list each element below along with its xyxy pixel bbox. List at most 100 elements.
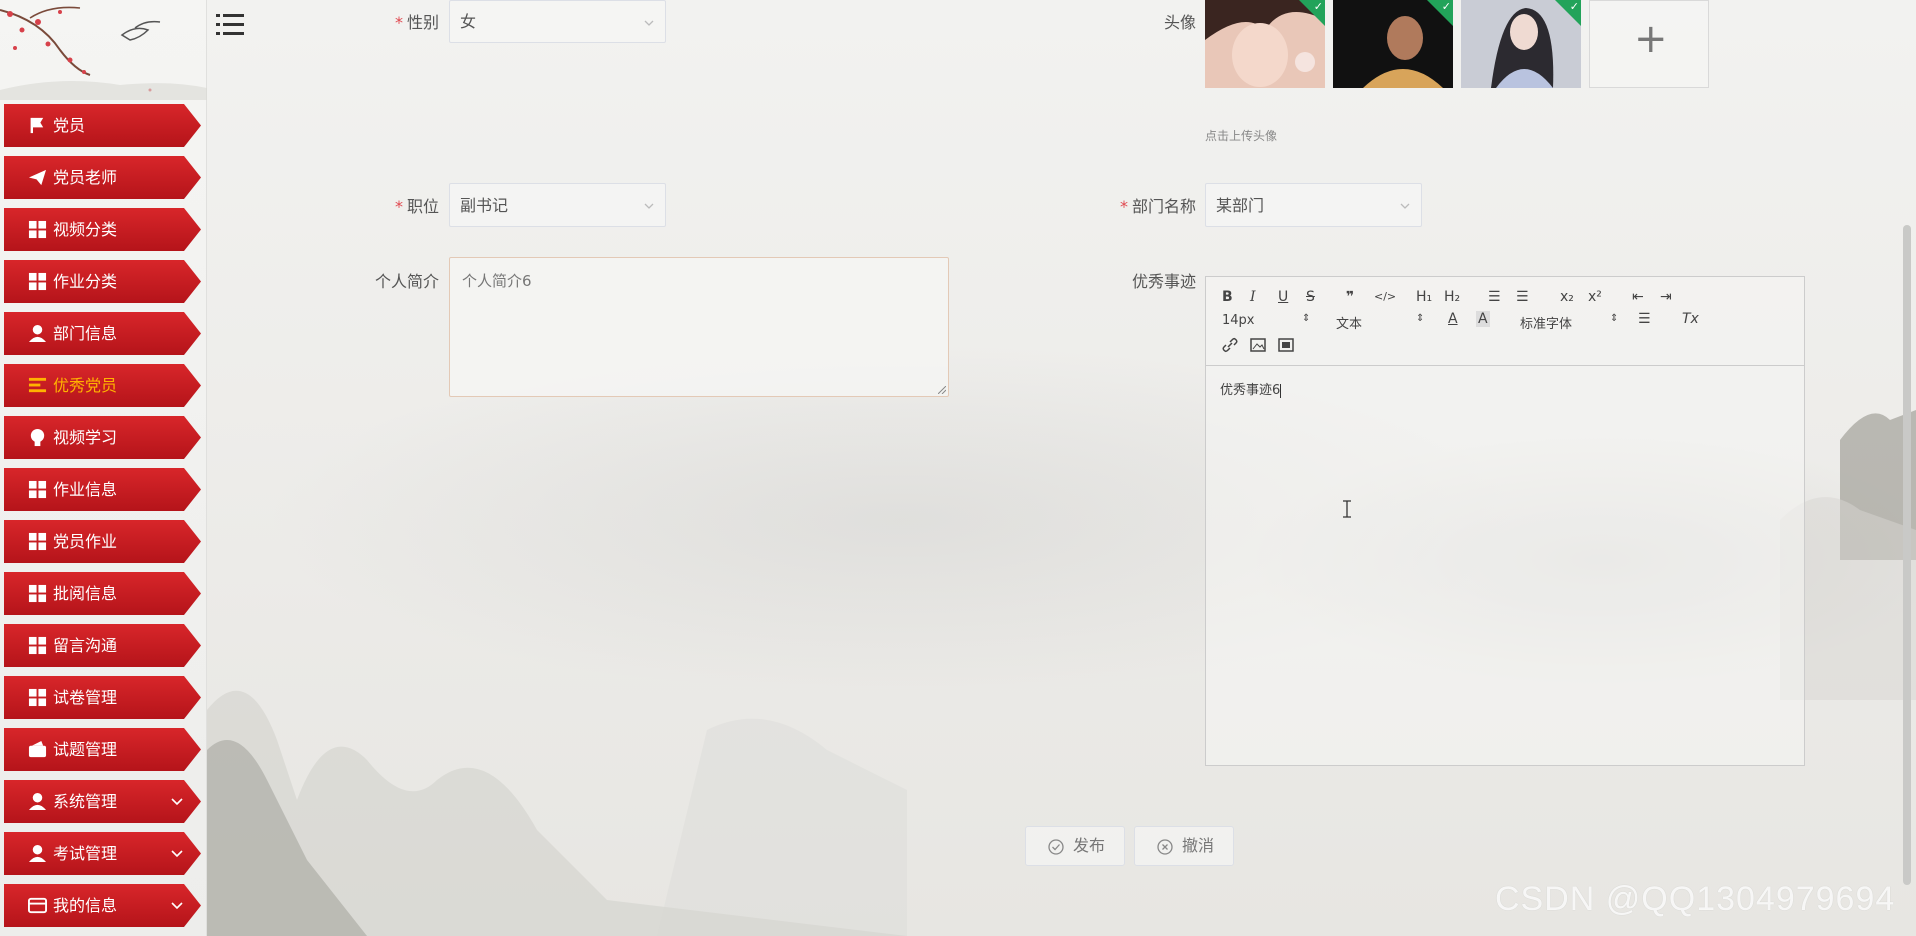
bullet-list-button[interactable]: ☰ — [1516, 289, 1529, 305]
submit-button[interactable]: 发布 — [1025, 826, 1125, 866]
code-button[interactable]: </> — [1374, 289, 1396, 305]
avatar-upload-button[interactable]: + — [1589, 0, 1709, 88]
watermark: CSDN @QQ1304979694 — [1495, 880, 1896, 918]
sidebar-item-video-category[interactable]: 视频分类 — [4, 208, 201, 251]
grid-icon — [28, 636, 47, 655]
flag-icon — [30, 117, 44, 134]
ibeam-cursor-icon — [1343, 500, 1351, 518]
chevron-down-icon — [171, 902, 183, 910]
sidebar-item-paper-management[interactable]: 试卷管理 — [4, 676, 201, 719]
wallet-icon — [28, 740, 47, 758]
grid-icon — [28, 272, 47, 291]
image-icon[interactable] — [1250, 337, 1266, 353]
chevron-down-icon — [171, 798, 183, 806]
editor-toolbar: B I U S ❞ </> H₁ H₂ ☰ ☰ x₂ x² ⇤ ⇥ 14px ⇕ … — [1206, 277, 1804, 366]
bold-button[interactable]: B — [1222, 289, 1233, 305]
department-value: 某部门 — [1216, 196, 1265, 215]
scrollbar[interactable] — [1903, 225, 1911, 885]
h2-button[interactable]: H₂ — [1444, 289, 1460, 305]
sidebar-item-my-info[interactable]: 我的信息 — [4, 884, 201, 927]
card-icon — [28, 897, 47, 914]
position-value: 副书记 — [460, 196, 509, 215]
sidebar-item-label: 党员老师 — [53, 168, 118, 187]
sidebar-item-question-management[interactable]: 试题管理 — [4, 728, 201, 771]
check-circle-icon — [1048, 839, 1064, 855]
blockquote-button[interactable]: ❞ — [1346, 289, 1354, 305]
sidebar-item-label: 考试管理 — [53, 844, 118, 863]
cancel-button[interactable]: 撤消 — [1134, 826, 1234, 866]
strike-button[interactable]: S — [1306, 289, 1315, 305]
italic-button[interactable]: I — [1250, 289, 1256, 305]
sidebar-item-homework-category[interactable]: 作业分类 — [4, 260, 201, 303]
menu-toggle-icon[interactable] — [216, 12, 244, 38]
subscript-button[interactable]: x₂ — [1560, 289, 1574, 305]
sidebar-item-label: 党员 — [53, 116, 86, 135]
sidebar-item-homework-info[interactable]: 作业信息 — [4, 468, 201, 511]
sidebar-item-messages[interactable]: 留言沟通 — [4, 624, 201, 667]
font-size-select[interactable]: 14px ⇕ — [1222, 313, 1312, 328]
video-icon[interactable] — [1278, 337, 1294, 353]
sidebar-item-member-homework[interactable]: 党员作业 — [4, 520, 201, 563]
background-color-button[interactable]: A — [1476, 311, 1490, 327]
sidebar-item-label: 系统管理 — [53, 792, 118, 811]
grid-icon — [28, 532, 47, 551]
sidebar-item-label: 试题管理 — [53, 740, 118, 759]
chevron-down-icon — [171, 850, 183, 858]
sidebar-item-label: 留言沟通 — [53, 636, 118, 655]
deeds-label: 优秀事迹 — [1131, 272, 1196, 291]
bulb-icon — [30, 428, 45, 447]
h1-button[interactable]: H₁ — [1416, 289, 1432, 305]
sidebar-item-department[interactable]: 部门信息 — [4, 312, 201, 355]
text-color-button[interactable]: A — [1448, 311, 1458, 327]
sidebar-item-video-study[interactable]: 视频学习 — [4, 416, 201, 459]
gender-select[interactable]: 女 — [449, 0, 666, 43]
chevron-down-icon — [1400, 203, 1410, 209]
plus-icon: + — [1634, 16, 1668, 62]
clean-format-button[interactable]: Tx — [1682, 311, 1699, 327]
intro-textarea[interactable]: 个人简介6 — [449, 257, 949, 397]
avatar-thumbnail-1[interactable]: ✓ — [1205, 0, 1325, 88]
check-icon: ✓ — [1313, 0, 1323, 13]
avatar-label: 头像 — [1163, 13, 1196, 32]
grid-icon — [28, 584, 47, 603]
font-family-select[interactable]: 标准字体 ⇕ — [1520, 313, 1620, 332]
sidebar: 党员 党员老师 视频分类 作业分类 部门信息 优秀党员 视频学习 作业信息 党员… — [0, 0, 207, 936]
position-select[interactable]: 副书记 — [449, 183, 666, 227]
align-button[interactable]: ☰ — [1638, 311, 1651, 327]
user-icon — [28, 324, 47, 343]
sidebar-item-label: 作业信息 — [53, 480, 118, 499]
close-circle-icon — [1157, 839, 1173, 855]
sidebar-item-party-teacher[interactable]: 党员老师 — [4, 156, 201, 199]
sidebar-item-label: 视频学习 — [53, 428, 118, 447]
header-select[interactable]: 文本 ⇕ — [1336, 313, 1426, 332]
editor-content[interactable]: 优秀事迹6 — [1220, 379, 1282, 398]
sidebar-item-review-info[interactable]: 批阅信息 — [4, 572, 201, 615]
intro-value: 个人简介6 — [462, 272, 532, 290]
gender-label: * 性别 — [394, 13, 439, 32]
grid-icon — [28, 220, 47, 239]
underline-button[interactable]: U — [1278, 289, 1288, 305]
person-icon — [28, 792, 47, 811]
paper-plane-icon — [28, 169, 47, 186]
avatar-thumbnail-3[interactable]: ✓ — [1461, 0, 1581, 88]
sidebar-item-excellent-member[interactable]: 优秀党员 — [4, 364, 201, 407]
sidebar-item-exam-management[interactable]: 考试管理 — [4, 832, 201, 875]
updown-icon: ⇕ — [1416, 313, 1425, 324]
outdent-button[interactable]: ⇤ — [1632, 289, 1644, 305]
resize-handle-icon[interactable] — [938, 386, 946, 394]
sidebar-item-label: 试卷管理 — [53, 688, 118, 707]
person-icon — [28, 844, 47, 863]
indent-button[interactable]: ⇥ — [1660, 289, 1672, 305]
superscript-button[interactable]: x² — [1588, 289, 1602, 305]
sidebar-item-party-member[interactable]: 党员 — [4, 104, 201, 147]
deeds-value: 优秀事迹6 — [1220, 383, 1281, 398]
text-caret — [1280, 383, 1282, 398]
ordered-list-button[interactable]: ☰ — [1488, 289, 1501, 305]
sidebar-item-system-management[interactable]: 系统管理 — [4, 780, 201, 823]
sidebar-item-label: 党员作业 — [53, 532, 118, 551]
avatar-thumbnail-2[interactable]: ✓ — [1333, 0, 1453, 88]
updown-icon: ⇕ — [1610, 313, 1619, 324]
grid-icon — [28, 688, 47, 707]
link-icon[interactable] — [1222, 337, 1238, 353]
department-select[interactable]: 某部门 — [1205, 183, 1422, 227]
